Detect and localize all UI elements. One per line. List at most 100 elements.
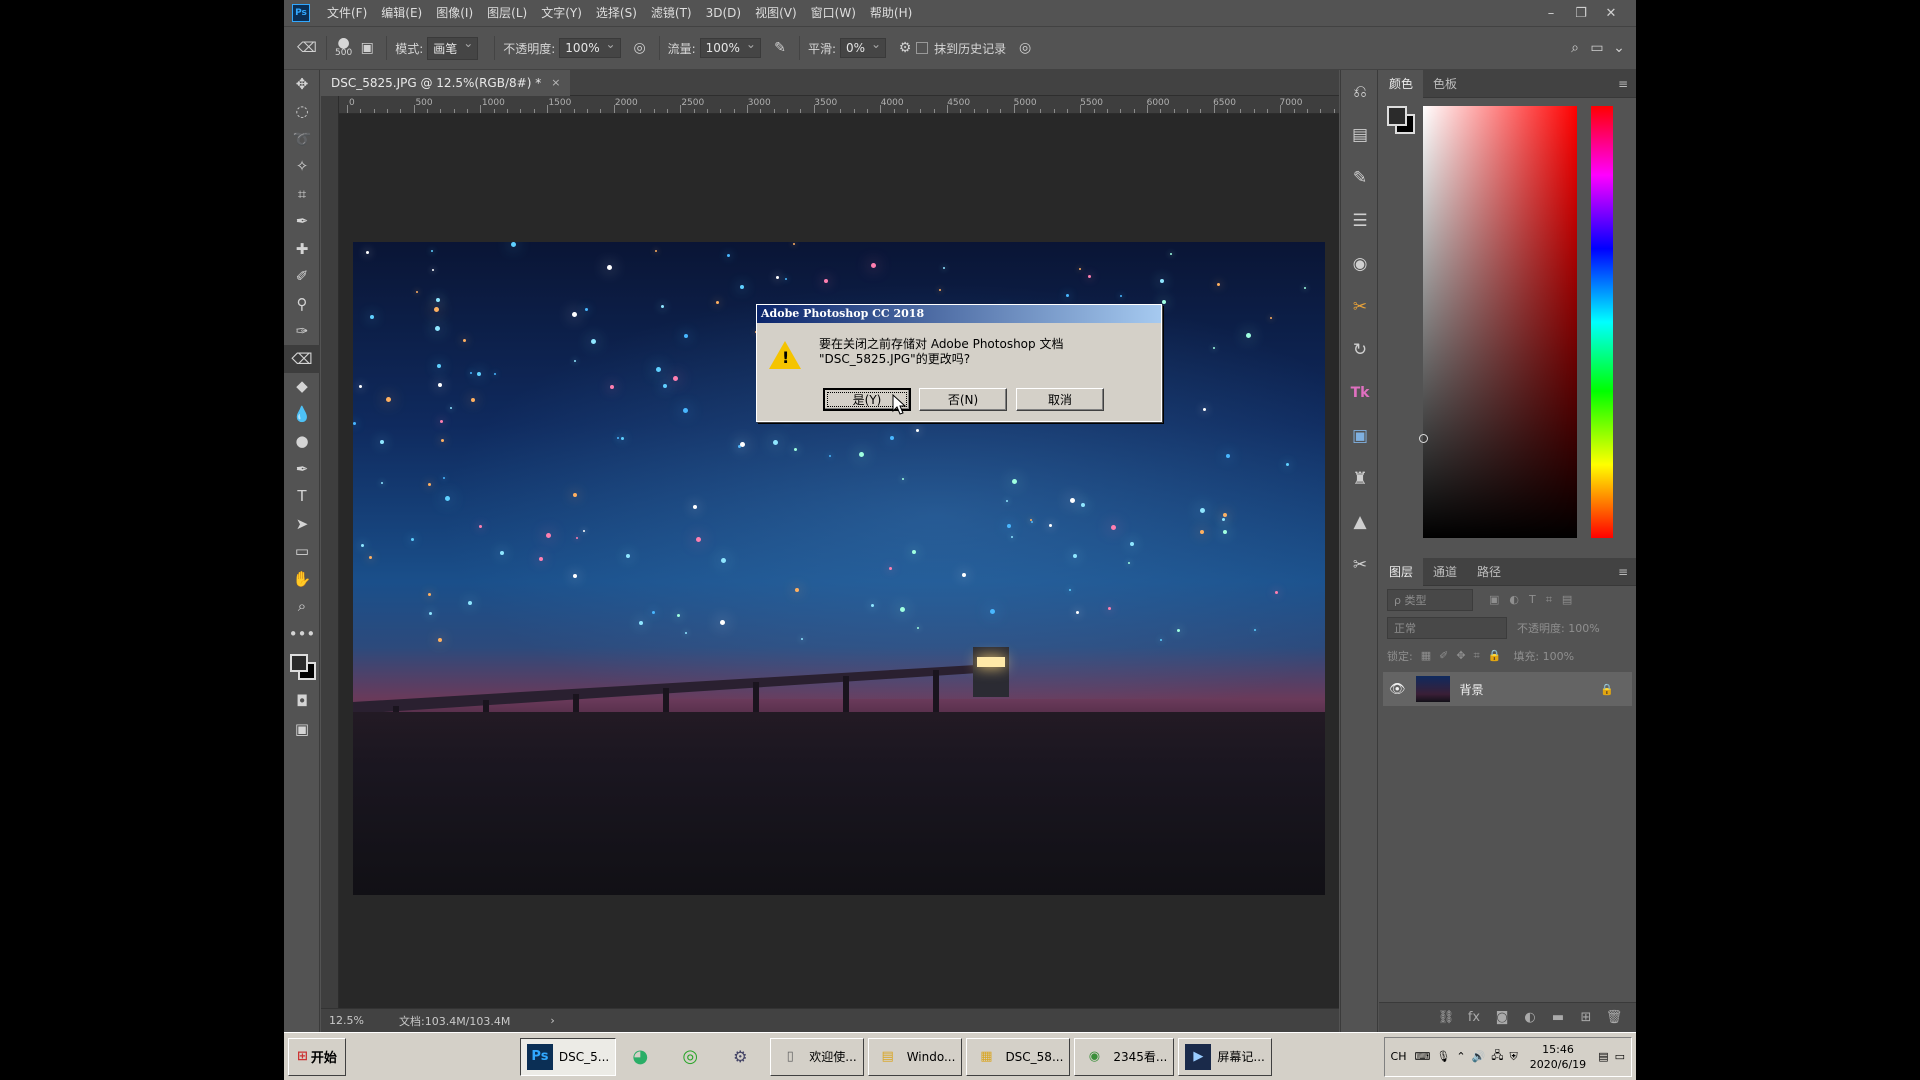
tray-expand-icon[interactable]: ⌃ xyxy=(1456,1050,1465,1063)
adjustments-panel-icon[interactable]: ☰ xyxy=(1341,199,1379,242)
eraser-tool-icon[interactable]: ⌫ xyxy=(284,345,320,373)
quick-mask-icon[interactable]: ◘ xyxy=(284,688,320,716)
smoothing-input[interactable]: 0% xyxy=(840,37,887,58)
menu-window[interactable]: 窗口(W) xyxy=(804,0,863,26)
tk-plugin-icon[interactable]: Tk xyxy=(1341,371,1379,414)
menu-help[interactable]: 帮助(H) xyxy=(863,0,919,26)
minimize-button[interactable]: – xyxy=(1536,6,1566,21)
taskbar-item-photoshop[interactable]: Ps DSC_5... xyxy=(519,1037,617,1076)
eye-icon[interactable]: 👁 xyxy=(1389,682,1406,697)
layer-name[interactable]: 背景 xyxy=(1460,681,1484,698)
hue-slider[interactable] xyxy=(1591,106,1613,538)
menu-image[interactable]: 图像(I) xyxy=(429,0,480,26)
eraser-tool-preset-icon[interactable]: ⌫ xyxy=(296,37,318,59)
layer-row-background[interactable]: 👁 背景 🔒 xyxy=(1383,672,1632,706)
eyedropper-tool-icon[interactable]: ✒ xyxy=(284,208,320,236)
foreground-color-swatch[interactable] xyxy=(290,653,308,672)
taskbar-item-2345[interactable]: ◉ 2345看... xyxy=(1074,1037,1175,1076)
ime-indicator[interactable]: CH xyxy=(1391,1050,1407,1063)
chevron-down-icon[interactable]: ⌄ xyxy=(1608,37,1630,59)
tab-layers[interactable]: 图层 xyxy=(1379,557,1424,586)
history-brush-tool-icon[interactable]: ✑ xyxy=(284,318,320,346)
crop-tool-icon[interactable]: ⌗ xyxy=(284,180,320,208)
fx-icon[interactable]: fx xyxy=(1460,1010,1488,1025)
saturation-brightness-field[interactable] xyxy=(1419,106,1577,538)
lasso-tool-icon[interactable]: ➰ xyxy=(284,125,320,153)
volume-icon[interactable]: 🔊 xyxy=(1472,1050,1486,1063)
zoom-level[interactable]: 12.5% xyxy=(329,1014,379,1027)
mountain-icon[interactable]: ▲ xyxy=(1341,500,1379,543)
status-menu-arrow[interactable]: › xyxy=(550,1014,554,1027)
history-panel-icon[interactable]: ⎌ xyxy=(1341,70,1379,113)
move-tool-icon[interactable]: ✥ xyxy=(284,70,320,98)
taskbar-item-image[interactable]: ▦ DSC_58... xyxy=(966,1037,1071,1076)
menu-3d[interactable]: 3D(D) xyxy=(699,0,748,26)
notification-icon[interactable]: ▤ xyxy=(1598,1050,1608,1063)
taskbar-item-recorder[interactable]: ▶ 屏幕记... xyxy=(1178,1037,1272,1076)
start-button[interactable]: ⊞ 开始 xyxy=(288,1037,346,1076)
marquee-tool-icon[interactable]: ◌ xyxy=(284,98,320,126)
network-icon[interactable]: ⚙ xyxy=(720,1038,766,1076)
close-window-button[interactable]: ✕ xyxy=(1596,6,1626,21)
browser-icon[interactable]: ◎ xyxy=(670,1038,716,1076)
tab-channels[interactable]: 通道 xyxy=(1423,558,1467,586)
trash-icon[interactable]: 🗑 xyxy=(1600,1010,1628,1025)
pressure-size-icon[interactable]: ◎ xyxy=(1014,37,1036,59)
taskbar-item-windows[interactable]: ▤ Windo... xyxy=(867,1037,963,1076)
gear-icon[interactable]: ⚙ xyxy=(894,37,916,59)
layer-filter-icons[interactable]: ▣◐T⌗▤ xyxy=(1489,593,1582,607)
document-tab[interactable]: DSC_5825.JPG @ 12.5%(RGB/8#) * × xyxy=(321,70,571,96)
erase-to-history-option[interactable]: 抹到历史记录 xyxy=(916,40,1006,57)
more-tools-icon[interactable]: ••• xyxy=(284,620,320,648)
tab-paths[interactable]: 路径 xyxy=(1467,558,1511,586)
menu-filter[interactable]: 滤镜(T) xyxy=(644,0,699,26)
foreground-color-swatch[interactable] xyxy=(1387,106,1407,126)
layer-fill[interactable]: 填充: 100% xyxy=(1513,648,1574,664)
lock-icon[interactable]: 🔒 xyxy=(1600,683,1614,696)
path-selection-tool-icon[interactable]: ➤ xyxy=(284,510,320,538)
panel-menu-icon[interactable]: ≡ xyxy=(1618,565,1628,579)
blur-tool-icon[interactable]: 💧 xyxy=(284,400,320,428)
clone-stamp-tool-icon[interactable]: ⚲ xyxy=(284,290,320,318)
menu-layer[interactable]: 图层(L) xyxy=(480,0,534,26)
tools-plugin-icon[interactable]: ✂ xyxy=(1341,285,1379,328)
pen-tool-icon[interactable]: ✒ xyxy=(284,455,320,483)
blend-mode-select[interactable]: 正常 xyxy=(1387,617,1507,639)
show-desktop-icon[interactable]: ▭ xyxy=(1615,1050,1625,1063)
rotate-icon[interactable]: ↻ xyxy=(1341,328,1379,371)
hand-tool-icon[interactable]: ✋ xyxy=(284,565,320,593)
canvas[interactable] xyxy=(340,115,1339,1008)
airbrush-icon[interactable]: ✎ xyxy=(769,37,791,59)
layer-mask-icon[interactable]: ◙ xyxy=(1488,1010,1516,1025)
scissors-icon[interactable]: ✂ xyxy=(1341,543,1379,586)
link-layers-icon[interactable]: ⛓ xyxy=(1432,1010,1460,1025)
magic-wand-tool-icon[interactable]: ✧ xyxy=(284,153,320,181)
brush-tool-icon[interactable]: ✐ xyxy=(284,263,320,291)
photoshop-logo-icon[interactable]: Ps xyxy=(292,4,310,22)
erase-to-history-checkbox[interactable] xyxy=(916,42,929,54)
wechat-icon[interactable]: ◕ xyxy=(620,1038,666,1076)
layer-opacity[interactable]: 不透明度: 100% xyxy=(1517,620,1600,636)
rectangle-tool-icon[interactable]: ▭ xyxy=(284,538,320,566)
menu-select[interactable]: 选择(S) xyxy=(589,0,644,26)
menu-view[interactable]: 视图(V) xyxy=(748,0,804,26)
security-icon[interactable]: ⛨ xyxy=(1510,1050,1518,1064)
keyboard-icon[interactable]: ⌨ xyxy=(1414,1050,1430,1063)
clock[interactable]: 15:46 2020/6/19 xyxy=(1530,1042,1586,1072)
taskbar-item-welcome[interactable]: ▯ 欢迎使... xyxy=(770,1037,864,1076)
menu-type[interactable]: 文字(Y) xyxy=(534,0,589,26)
flow-input[interactable]: 100% xyxy=(699,37,761,58)
pressure-opacity-icon[interactable]: ◎ xyxy=(629,37,651,59)
brush-panel-icon[interactable]: ✎ xyxy=(1341,156,1379,199)
network-status-icon[interactable]: 🖧 xyxy=(1491,1047,1503,1066)
dialog-title[interactable]: Adobe Photoshop CC 2018 xyxy=(757,305,1161,323)
lock-icons[interactable]: ▦✐✥⌗🔒 xyxy=(1421,649,1510,663)
stamp-icon[interactable]: ♜ xyxy=(1341,457,1379,500)
no-button[interactable]: 否(N) xyxy=(919,388,1007,411)
dodge-tool-icon[interactable]: ● xyxy=(284,428,320,456)
screen-mode-icon[interactable]: ▣ xyxy=(284,715,320,743)
close-icon[interactable]: × xyxy=(551,70,560,96)
type-tool-icon[interactable]: T xyxy=(284,483,320,511)
zoom-tool-icon[interactable]: ⌕ xyxy=(284,593,320,621)
new-group-icon[interactable]: ▬ xyxy=(1544,1010,1572,1025)
